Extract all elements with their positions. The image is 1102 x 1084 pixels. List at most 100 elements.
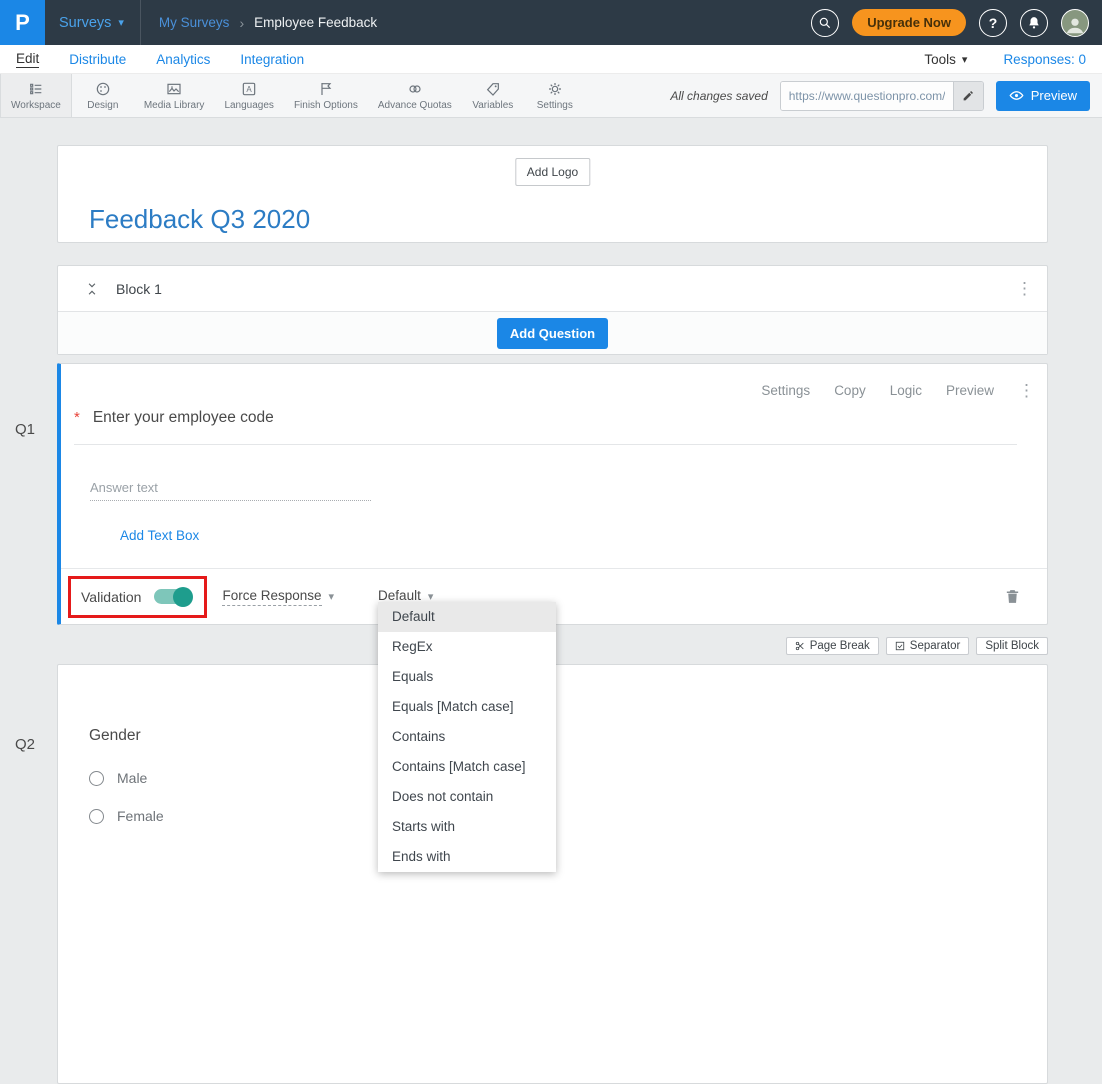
tab-analytics[interactable]: Analytics [156, 52, 210, 67]
validation-option-default[interactable]: Default [378, 602, 556, 632]
toolbar-item-media-library[interactable]: Media Library [134, 74, 215, 117]
split-block-button[interactable]: Split Block [976, 637, 1048, 655]
product-menu-surveys[interactable]: Surveys ▾ [59, 15, 124, 31]
survey-title[interactable]: Feedback Q3 2020 [89, 204, 310, 235]
toolbar-item-workspace[interactable]: Workspace [0, 74, 72, 117]
question-copy-link[interactable]: Copy [834, 383, 866, 398]
separator-button[interactable]: Separator [886, 637, 970, 655]
annotation-highlight-box: Validation [68, 576, 207, 618]
validation-label: Validation [81, 589, 141, 605]
add-question-button[interactable]: Add Question [497, 318, 608, 349]
radio-label: Female [117, 808, 164, 824]
collapse-block-icon[interactable] [85, 282, 99, 296]
tab-edit[interactable]: Edit [16, 51, 39, 68]
toolbar-item-label: Settings [537, 100, 573, 111]
edit-url-button[interactable] [953, 82, 983, 110]
toolbar-item-settings[interactable]: Settings [524, 74, 586, 117]
force-response-dropdown[interactable]: Force Response ▾ [222, 588, 334, 606]
checkbox-icon [895, 641, 905, 651]
toolbar-item-finish-options[interactable]: Finish Options [284, 74, 368, 117]
breadcrumb-current: Employee Feedback [254, 15, 377, 30]
bell-icon [1027, 16, 1041, 30]
toolbar-item-label: Finish Options [294, 100, 358, 111]
question-logic-link[interactable]: Logic [890, 383, 922, 398]
question-settings-link[interactable]: Settings [761, 383, 810, 398]
toolbar-item-label: Advance Quotas [378, 100, 452, 111]
topbar-divider [140, 0, 141, 45]
topbar: P Surveys ▾ My Surveys › Employee Feedba… [0, 0, 1102, 45]
questionpro-logo[interactable]: P [0, 0, 45, 45]
tab-distribute[interactable]: Distribute [69, 52, 126, 67]
question-preview-link[interactable]: Preview [946, 383, 994, 398]
validation-option-ends-with[interactable]: Ends with [378, 842, 556, 872]
page-break-button[interactable]: Page Break [786, 637, 879, 655]
topbar-actions: Upgrade Now ? [811, 9, 1089, 37]
validation-option-equals-match-case[interactable]: Equals [Match case] [378, 692, 556, 722]
toolbar-item-advance-quotas[interactable]: Advance Quotas [368, 74, 462, 117]
chevron-down-icon: ▾ [329, 590, 335, 603]
svg-text:A: A [247, 85, 253, 94]
survey-url-input[interactable] [781, 82, 953, 110]
validation-option-starts-with[interactable]: Starts with [378, 812, 556, 842]
palette-icon [95, 81, 111, 97]
save-status: All changes saved [670, 89, 767, 103]
question-mark-icon: ? [989, 15, 998, 31]
answer-text-field[interactable]: Answer text [90, 480, 371, 501]
search-button[interactable] [811, 9, 839, 37]
validation-type-menu: Default RegEx Equals Equals [Match case]… [378, 602, 556, 872]
add-logo-button[interactable]: Add Logo [515, 158, 590, 186]
user-avatar[interactable] [1061, 9, 1089, 37]
tag-icon [485, 81, 501, 97]
question-1-card: Settings Copy Logic Preview ⋮ * Enter yo… [57, 363, 1048, 625]
question-1-row: Q1 Settings Copy Logic Preview ⋮ * Enter… [57, 363, 1048, 625]
add-text-box-link[interactable]: Add Text Box [120, 528, 199, 543]
question-text[interactable]: Gender [89, 665, 1047, 745]
validation-option-contains[interactable]: Contains [378, 722, 556, 752]
radio-button-female[interactable] [89, 809, 104, 824]
tab-integration[interactable]: Integration [240, 52, 304, 67]
breadcrumb-my-surveys[interactable]: My Surveys [159, 15, 230, 30]
radio-button-male[interactable] [89, 771, 104, 786]
question-number: Q1 [15, 421, 35, 438]
validation-option-regex[interactable]: RegEx [378, 632, 556, 662]
radio-label: Male [117, 770, 147, 786]
toolbar-item-label: Workspace [11, 100, 61, 111]
help-button[interactable]: ? [979, 9, 1007, 37]
person-icon [1064, 14, 1086, 36]
question-actions: Settings Copy Logic Preview ⋮ [61, 364, 1047, 399]
toolbar-item-variables[interactable]: Variables [462, 74, 524, 117]
workspace-icon [28, 81, 44, 97]
breadcrumb-separator: › [239, 15, 244, 31]
question-menu-icon[interactable]: ⋮ [1018, 382, 1035, 399]
flag-icon [318, 81, 334, 97]
notifications-button[interactable] [1020, 9, 1048, 37]
translate-icon: A [241, 81, 257, 97]
validation-option-equals[interactable]: Equals [378, 662, 556, 692]
scissors-icon [795, 641, 805, 651]
toolbar-item-languages[interactable]: A Languages [214, 74, 284, 117]
toolbar-item-label: Design [87, 100, 118, 111]
pencil-icon [962, 89, 975, 102]
validation-toggle[interactable] [154, 589, 191, 604]
question-text-row[interactable]: * Enter your employee code [74, 409, 1017, 445]
validation-option-does-not-contain[interactable]: Does not contain [378, 782, 556, 812]
editor-toolbar: Workspace Design Media Library A Languag… [0, 74, 1102, 118]
delete-question-button[interactable] [1004, 588, 1021, 605]
toolbar-item-design[interactable]: Design [72, 74, 134, 117]
block-card: Block 1 ⋮ Add Question [57, 265, 1048, 355]
block-menu-icon[interactable]: ⋮ [1016, 280, 1033, 297]
question-text[interactable]: Enter your employee code [93, 409, 274, 427]
survey-url-group [780, 81, 984, 111]
block-title[interactable]: Block 1 [116, 281, 162, 297]
validation-option-contains-match-case[interactable]: Contains [Match case] [378, 752, 556, 782]
upgrade-now-button[interactable]: Upgrade Now [852, 9, 966, 36]
block-header: Block 1 ⋮ [58, 266, 1047, 311]
radio-option: Male [89, 770, 1047, 786]
chevron-down-icon: ▾ [118, 16, 124, 29]
responses-count[interactable]: Responses: 0 [1003, 52, 1086, 67]
toolbar-item-label: Variables [472, 100, 513, 111]
preview-button[interactable]: Preview [996, 81, 1090, 111]
nav-right: Tools ▾ Responses: 0 [924, 52, 1086, 67]
eye-icon [1009, 88, 1024, 103]
tools-menu[interactable]: Tools ▾ [924, 52, 967, 67]
